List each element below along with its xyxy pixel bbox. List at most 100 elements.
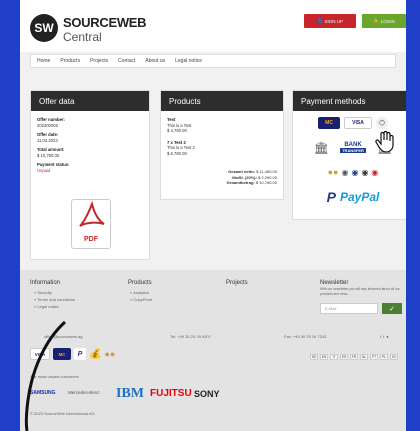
footer-info-links: » Security » Terms and conditions » Lega…	[34, 289, 75, 310]
crypto-icon: ◉	[361, 167, 369, 177]
hand-cursor-icon	[375, 130, 394, 153]
visa-icon: VISA	[352, 120, 364, 126]
nav-item-home[interactable]: Home	[37, 58, 50, 64]
footer-link-legal[interactable]: » Legal notice	[34, 303, 75, 310]
logo-text-primary[interactable]: SOURCEWEB	[63, 15, 147, 30]
offer-field: Total amount: $ 10,760.00	[31, 147, 149, 158]
lang-pt[interactable]: PT	[370, 354, 378, 360]
amex-option[interactable]: ◯	[376, 117, 388, 129]
signup-label: SIGN UP	[324, 18, 344, 24]
bank-icon: 🏛	[313, 141, 329, 155]
crypto-icon: ◉	[341, 167, 349, 177]
coin-row: ●● ◉ ◉ ◉ ◉	[293, 167, 406, 177]
total-label: MwSt. (20%):	[232, 174, 257, 180]
footer-link-terms[interactable]: » Terms and conditions	[34, 296, 75, 303]
logo-mark[interactable]: SW	[30, 14, 58, 42]
coins-icon: ●●	[327, 167, 339, 177]
product-price: $ 4,760.00	[167, 128, 187, 133]
product-name: 7 x Test 2	[167, 139, 186, 145]
total-value: $ 11,450.00	[256, 169, 277, 174]
brand-fujitsu: FUJITSU	[150, 388, 192, 399]
logo-text-secondary[interactable]: Central	[63, 30, 102, 44]
footer-link-copyproof[interactable]: » CopyProof	[130, 296, 152, 303]
user-icon: 👤	[316, 18, 323, 23]
offer-title: Offer data	[31, 91, 149, 111]
brand-ibm: IBM	[116, 386, 144, 401]
card-row: MC VISA ◯	[293, 117, 406, 129]
total-value: $ 10,760.00	[255, 180, 277, 185]
login-label: LOGIN	[380, 18, 395, 24]
login-button[interactable]: 🔒 LOGIN	[362, 14, 406, 28]
nav-item-legal[interactable]: Legal notice	[175, 58, 202, 64]
offer-number-label: Offer number:	[37, 117, 65, 122]
lang-es[interactable]: ES	[340, 354, 348, 360]
visa-option[interactable]: VISA	[344, 117, 372, 129]
footer-bank-icon: 💰	[89, 348, 102, 360]
offer-panel: Offer data Offer number: 202300002 Offer…	[30, 90, 150, 260]
footer-products-links: » Analytics » CopyProof	[130, 289, 152, 303]
products-title: Products	[161, 91, 283, 111]
footer-coins-icon: ●●	[104, 349, 116, 359]
offer-field: Offer date: 11.03.2023	[31, 132, 149, 143]
total-label: Gesamtbetrag:	[226, 180, 255, 185]
lang-it[interactable]: IT	[330, 354, 338, 360]
offer-field: Offer number: 202300002	[31, 117, 149, 128]
lang-pl[interactable]: PL	[380, 354, 388, 360]
mastercard-option[interactable]: MC	[318, 117, 340, 129]
contact-tel: Tel: +49 30 29 29 0007	[170, 334, 211, 339]
social-icons: ft●	[380, 334, 391, 339]
payment-title: Payment methods	[293, 91, 406, 111]
page: SW SOURCEWEB Central 👤 SIGN UP 🔒 LOGIN H…	[20, 0, 406, 431]
lang-sv[interactable]: SV	[390, 354, 398, 360]
footer-info-title: Information	[30, 280, 61, 286]
newsletter-placeholder: E-Mail	[325, 306, 337, 311]
nav-item-products[interactable]: Products	[60, 58, 80, 64]
product-desc: This is a Test	[167, 122, 192, 128]
total-amount-label: Total amount:	[37, 147, 65, 152]
product-item: Test This is a Test $ 4,760.00	[161, 117, 283, 134]
product-price: $ 6,760.00	[167, 150, 187, 156]
footer-projects-title: Projects	[226, 280, 248, 286]
product-name: Test	[167, 117, 176, 122]
site-header: SW SOURCEWEB Central 👤 SIGN UP 🔒 LOGIN	[20, 0, 406, 52]
footer-link-analytics[interactable]: » Analytics	[130, 289, 152, 296]
offer-number-value: 202300002	[37, 122, 58, 128]
lang-en[interactable]: EN	[320, 354, 328, 360]
offer-date-value: 11.03.2023	[37, 137, 58, 143]
brand-sony: SONY	[194, 389, 220, 399]
lang-fr[interactable]: FR	[350, 354, 358, 360]
nav-item-contact[interactable]: Contact	[118, 58, 135, 64]
paypal-icon: P	[326, 189, 336, 205]
transfer-label: TRANSFER	[340, 148, 366, 153]
crypto-icon: ◉	[351, 167, 359, 177]
paypal-label: PayPal	[339, 190, 380, 204]
decorative-curve	[24, 320, 67, 431]
card-circle-icon: ◯	[379, 120, 385, 126]
payment-status-label: Payment status:	[37, 162, 70, 167]
product-desc: This is a Test 2	[167, 145, 195, 150]
total-value: $ 2,290.00	[258, 174, 277, 180]
payment-status-value: Unpaid	[37, 167, 51, 173]
footer-products-title: Products	[128, 280, 152, 286]
paypal-option[interactable]: P PayPal	[293, 189, 406, 205]
newsletter-submit-button[interactable]: ✓	[382, 303, 402, 314]
main-nav: Home Products Projects Contact About us …	[30, 54, 396, 68]
globe-icon[interactable]: ●	[386, 334, 390, 339]
offer-field: Payment status: Unpaid	[31, 162, 149, 173]
lock-icon: 🔒	[373, 18, 379, 23]
pdf-icon	[79, 200, 105, 227]
nav-item-projects[interactable]: Projects	[90, 58, 108, 64]
bank-transfer-option[interactable]: BANK TRANSFER	[333, 142, 373, 154]
language-selector: DE EN IT ES FR NL PT PL SV	[310, 354, 398, 360]
lang-de[interactable]: DE	[310, 354, 318, 360]
lang-nl[interactable]: NL	[360, 354, 368, 360]
nav-item-about[interactable]: About us	[145, 58, 165, 64]
signup-button[interactable]: 👤 SIGN UP	[304, 14, 356, 28]
pdf-label: PDF	[84, 236, 98, 243]
newsletter-email-input[interactable]: E-Mail	[320, 303, 378, 314]
footer-link-security[interactable]: » Security	[34, 289, 75, 296]
product-item: 7 x Test 2 This is a Test 2 $ 6,760.00	[161, 140, 283, 157]
pdf-download-button[interactable]: PDF	[71, 199, 111, 249]
newsletter-text: With our newsletter you will stay inform…	[320, 287, 400, 296]
check-icon: ✓	[389, 305, 395, 313]
